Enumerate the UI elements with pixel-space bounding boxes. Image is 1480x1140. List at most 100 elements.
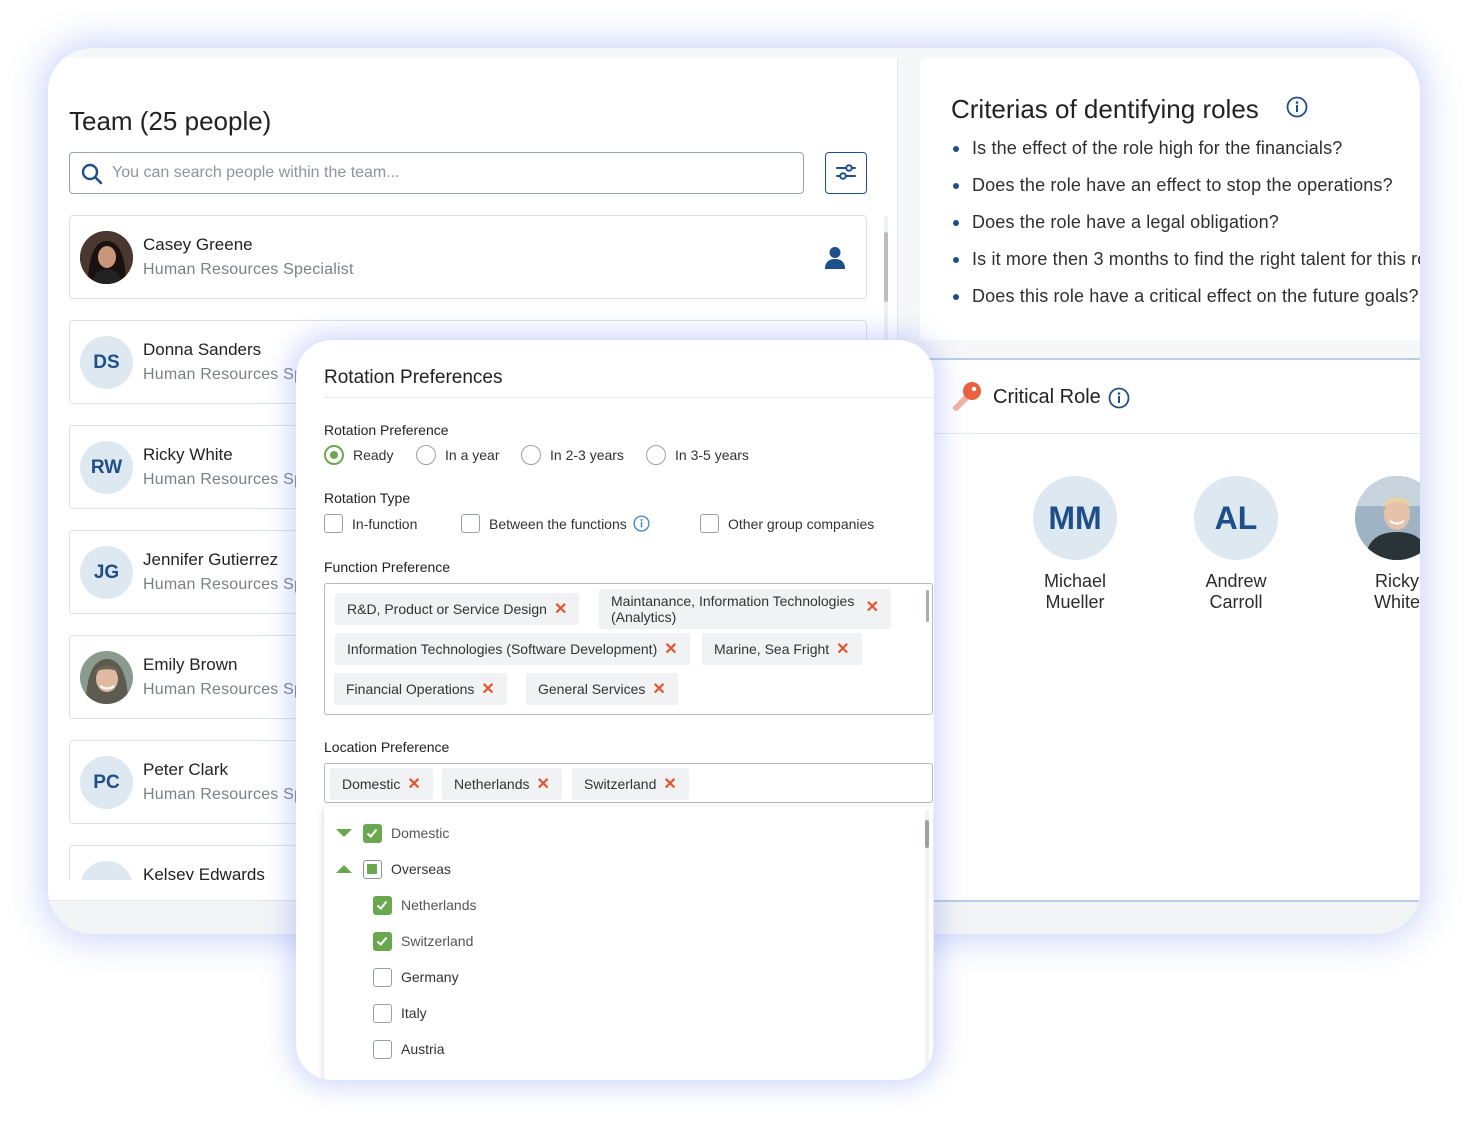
person-name: Ricky White bbox=[143, 445, 233, 464]
remove-icon[interactable]: ✕ bbox=[663, 774, 676, 794]
tree-label: Germany bbox=[401, 969, 459, 985]
critical-person-last: Mueller bbox=[1045, 592, 1105, 612]
tree-label: Netherlands bbox=[401, 897, 477, 913]
checkbox-unchecked[interactable] bbox=[700, 514, 719, 533]
info-icon[interactable] bbox=[1286, 96, 1308, 123]
tag-label: Switzerland bbox=[584, 776, 657, 792]
tag-label: Netherlands bbox=[454, 776, 530, 792]
critical-role-panel: Critical Role MM Michael Mueller AL Andr… bbox=[920, 358, 1420, 902]
avatar: RW bbox=[80, 441, 133, 494]
critical-person[interactable]: MM Michael Mueller bbox=[1020, 476, 1130, 613]
radio-in-a-year[interactable]: In a year bbox=[416, 445, 499, 465]
criteria-item: Does the role have an effect to stop the… bbox=[953, 175, 1420, 212]
radio-checked[interactable] bbox=[324, 445, 344, 465]
collapse-arrow-icon[interactable] bbox=[336, 829, 352, 837]
avatar: DS bbox=[80, 336, 133, 389]
avatar: PC bbox=[80, 756, 133, 809]
filter-button[interactable] bbox=[825, 152, 867, 194]
remove-icon[interactable]: ✕ bbox=[481, 679, 494, 699]
checkbox-label: In-function bbox=[352, 515, 418, 532]
criteria-item: Is the effect of the role high for the f… bbox=[953, 138, 1420, 175]
tag-label: Financial Operations bbox=[346, 681, 475, 697]
remove-icon[interactable]: ✕ bbox=[866, 600, 879, 616]
checkbox-checked[interactable] bbox=[373, 895, 392, 915]
checkbox-checked[interactable] bbox=[363, 823, 382, 843]
checkbox-checked[interactable] bbox=[373, 931, 392, 951]
info-icon[interactable] bbox=[1108, 387, 1130, 414]
rotation-preference-label: Rotation Preference bbox=[324, 422, 449, 438]
person-name: Kelsey Edwards bbox=[143, 865, 265, 880]
checkbox-other-group-companies[interactable]: Other group companies bbox=[700, 514, 874, 533]
checkbox-between-functions[interactable]: Between the functions bbox=[461, 514, 650, 533]
avatar bbox=[1355, 476, 1420, 560]
critical-person-last: White bbox=[1373, 592, 1420, 612]
remove-icon[interactable]: ✕ bbox=[664, 639, 677, 659]
expand-arrow-icon[interactable] bbox=[336, 865, 352, 873]
tree-label: Italy bbox=[401, 1005, 427, 1021]
tree-item-netherlands[interactable]: Netherlands bbox=[373, 894, 477, 916]
rotation-preferences-modal: Rotation Preferences Rotation Preference… bbox=[296, 340, 934, 1080]
checkbox-unchecked[interactable] bbox=[373, 1039, 392, 1059]
radio-label: In a year bbox=[445, 447, 500, 463]
function-preference-label: Function Preference bbox=[324, 559, 451, 575]
criteria-list: Is the effect of the role high for the f… bbox=[953, 138, 1420, 323]
radio-label: Ready bbox=[353, 447, 394, 463]
remove-icon[interactable]: ✕ bbox=[407, 774, 420, 794]
avatar: JG bbox=[80, 546, 133, 599]
tag-label: Maintanance, Information Technologies (A… bbox=[611, 593, 855, 625]
checkbox-unchecked[interactable] bbox=[373, 967, 392, 987]
radio-ready[interactable]: Ready bbox=[324, 445, 393, 465]
user-icon[interactable] bbox=[824, 246, 846, 275]
function-tag: Information Technologies (Software Devel… bbox=[335, 633, 690, 665]
tree-item-germany[interactable]: Germany bbox=[373, 966, 459, 988]
person-name: Casey Greene bbox=[143, 235, 253, 254]
list-scrollbar-thumb[interactable] bbox=[884, 232, 888, 302]
info-icon[interactable] bbox=[633, 515, 650, 532]
radio-in-3-5-years[interactable]: In 3-5 years bbox=[646, 445, 749, 465]
location-tag: Netherlands ✕ bbox=[442, 768, 562, 800]
tree-item-austria[interactable]: Austria bbox=[373, 1038, 445, 1060]
person-role: Human Resources Specialist bbox=[143, 261, 354, 278]
tag-label: Marine, Sea Fright bbox=[714, 641, 830, 657]
checkbox-unchecked[interactable] bbox=[324, 514, 343, 533]
tree-item-italy[interactable]: Italy bbox=[373, 1002, 427, 1024]
checkbox-indeterminate[interactable] bbox=[363, 859, 382, 879]
criteria-item: Is it more then 3 months to find the rig… bbox=[953, 249, 1420, 286]
radio-unchecked[interactable] bbox=[416, 445, 436, 465]
modal-title: Rotation Preferences bbox=[324, 367, 503, 388]
tree-label: Switzerland bbox=[401, 933, 474, 949]
team-search[interactable] bbox=[69, 152, 804, 194]
radio-unchecked[interactable] bbox=[521, 445, 541, 465]
tag-label: Information Technologies (Software Devel… bbox=[347, 641, 658, 657]
tree-label: Overseas bbox=[391, 861, 451, 877]
tag-label: R&D, Product or Service Design bbox=[347, 601, 547, 617]
checkbox-unchecked[interactable] bbox=[373, 1003, 392, 1023]
avatar: AL bbox=[1194, 476, 1278, 560]
location-tag: Switzerland ✕ bbox=[572, 768, 689, 800]
tag-box-scrollbar[interactable] bbox=[926, 590, 929, 622]
radio-label: In 3-5 years bbox=[675, 447, 749, 463]
checkbox-in-function[interactable]: In-function bbox=[324, 514, 417, 533]
critical-person[interactable]: AL Andrew Carroll bbox=[1181, 476, 1291, 613]
person-card[interactable]: Casey Greene Human Resources Specialist bbox=[69, 215, 867, 299]
tree-item-switzerland[interactable]: Switzerland bbox=[373, 930, 473, 952]
checkbox-unchecked[interactable] bbox=[461, 514, 480, 533]
function-preference-input[interactable]: R&D, Product or Service Design ✕ Maintana… bbox=[324, 583, 933, 715]
location-preference-input[interactable]: Domestic ✕ Netherlands ✕ Switzerland ✕ bbox=[324, 763, 933, 803]
remove-icon[interactable]: ✕ bbox=[836, 639, 849, 659]
remove-icon[interactable]: ✕ bbox=[554, 599, 567, 619]
function-tag: R&D, Product or Service Design ✕ bbox=[335, 593, 580, 625]
remove-icon[interactable]: ✕ bbox=[537, 774, 550, 794]
tree-item-overseas[interactable]: Overseas bbox=[336, 858, 451, 880]
tree-label: Domestic bbox=[391, 825, 450, 841]
tree-item-domestic[interactable]: Domestic bbox=[336, 822, 449, 844]
search-input[interactable] bbox=[112, 159, 792, 187]
radio-in-2-3-years[interactable]: In 2-3 years bbox=[521, 445, 624, 465]
critical-person[interactable]: Ricky White bbox=[1342, 476, 1420, 613]
radio-unchecked[interactable] bbox=[646, 445, 666, 465]
team-title: Team (25 people) bbox=[69, 106, 272, 136]
criteria-item: Does this role have a critical effect on… bbox=[953, 286, 1420, 323]
search-icon bbox=[80, 162, 104, 191]
dropdown-scrollbar-thumb[interactable] bbox=[925, 820, 929, 848]
remove-icon[interactable]: ✕ bbox=[652, 679, 665, 699]
